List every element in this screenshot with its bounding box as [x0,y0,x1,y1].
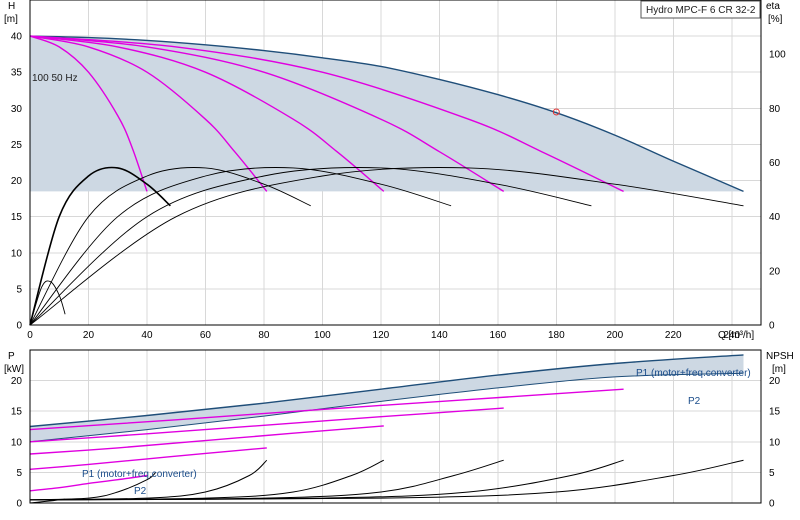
head-chart: 0 20 40 60 80 100 120 140 160 180 200 220 240 051015… [4,0,786,341]
head-y-ticks: 0 5 10 15 20 25 30 35 40 [11,32,23,332]
head-y-tick-label: 20 [11,176,23,187]
npsh-y-tick-label: 5 [769,468,775,479]
eta-axis-unit: [%] [768,14,783,25]
flow-axis-label: Q [m³/h] [718,330,754,341]
head-x-tick-label: 40 [141,330,153,341]
head-x-tick-label: 140 [431,330,448,341]
npsh-y-tick-label: 15 [769,407,781,418]
eta-y-tick-label: 20 [769,266,781,277]
p2-label-right: P2 [688,396,701,407]
head-x-tick-label: 200 [606,330,623,341]
head-x-tick-label: 120 [373,330,390,341]
power-y-tick-label: 10 [11,437,23,448]
head-axis-unit: [m] [4,14,18,25]
eta-axis-label: eta [766,1,780,12]
head-y-tick-label: 5 [16,284,22,295]
head-x-tick-label: 160 [489,330,506,341]
chart-title: Hydro MPC-F 6 CR 32-2 [646,5,756,16]
head-axis-label: H [8,1,15,12]
speed-annotation: 100 50 Hz [32,73,78,84]
npsh-y-ticks: 0 5 10 15 20 [769,376,781,509]
eta-y-tick-label: 80 [769,104,781,115]
power-chart: 0 5 10 15 20 0 5 10 15 20 P [kW] NPSH [m] P1 (mo… [4,349,794,510]
power-axis-label: P [8,351,15,362]
npsh-curve [29,459,504,501]
power-y-tick-label: 5 [16,468,22,479]
head-y-tick-label: 30 [11,104,23,115]
eta-y-tick-label: 40 [769,212,781,223]
head-y-tick-label: 10 [11,248,23,259]
pump-performance-chart: 0 20 40 60 80 100 120 140 160 180 200 220 240 051015… [4,0,794,510]
head-y-tick-label: 40 [11,32,23,43]
eta-y-ticks: 0 20 40 60 80 100 [769,50,786,332]
npsh-y-tick-label: 0 [769,499,775,510]
p1-label-right: P1 (motor+freq.converter) [636,368,751,379]
head-x-tick-label: 180 [548,330,565,341]
p2-label-left: P2 [134,486,147,497]
head-y-tick-label: 25 [11,140,23,151]
npsh-axis-unit: [m] [772,364,786,375]
power-y-tick-label: 0 [16,499,22,510]
head-x-tick-label: 80 [258,330,270,341]
power-y-tick-label: 20 [11,376,23,387]
power-y-ticks: 0 5 10 15 20 [11,376,23,509]
p2-envelope-curve [29,372,744,443]
npsh-curve [29,459,385,501]
head-x-tick-label: 20 [83,330,95,341]
npsh-y-tick-label: 10 [769,437,781,448]
head-x-tick-label: 100 [314,330,331,341]
p1-label-left: P1 (motor+freq.converter) [82,469,197,480]
head-y-tick-label: 0 [16,321,22,332]
head-y-tick-label: 15 [11,212,23,223]
eta-y-tick-label: 60 [769,158,781,169]
head-x-tick-label: 220 [665,330,682,341]
power-axis-unit: [kW] [4,364,24,375]
eta-y-tick-label: 100 [769,50,786,61]
head-x-ticks: 0 20 40 60 80 100 120 140 160 180 200 220 240 [27,330,740,341]
head-x-tick-label: 0 [27,330,33,341]
head-y-tick-label: 35 [11,68,23,79]
eta-y-tick-label: 0 [769,321,775,332]
npsh-axis-label: NPSH [766,351,794,362]
head-x-tick-label: 60 [200,330,212,341]
power-y-tick-label: 15 [11,407,23,418]
npsh-y-tick-label: 20 [769,376,781,387]
